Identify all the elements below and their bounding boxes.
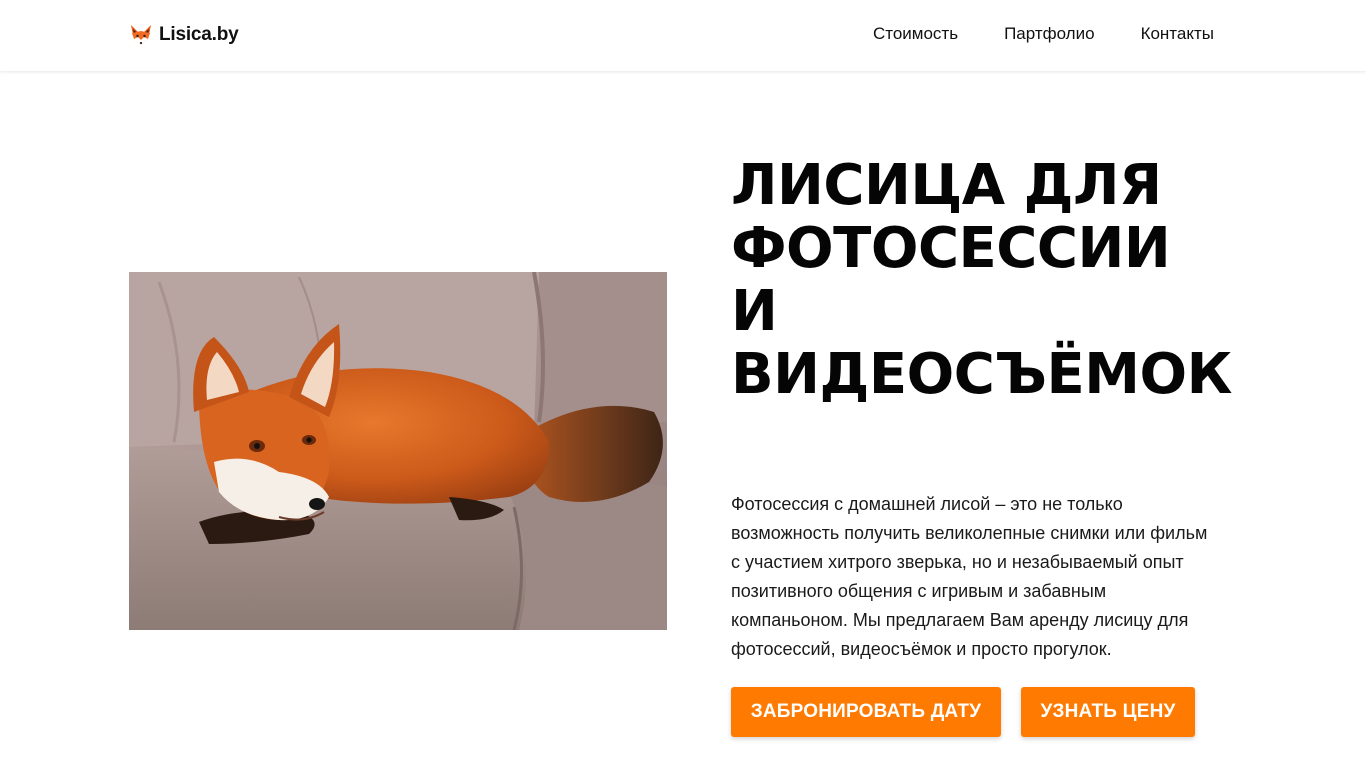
hero-description: Фотосессия с домашней лисой – это не тол…	[731, 494, 1208, 659]
logo-link[interactable]: Lisica.by	[129, 22, 239, 48]
logo-text: Lisica.by	[159, 24, 239, 45]
nav-link-price[interactable]: Стоимость	[873, 24, 958, 44]
get-price-button[interactable]: Узнать цену	[1021, 687, 1195, 737]
site-header: Lisica.by Стоимость Партфолио Контакты	[0, 0, 1366, 71]
hero-title-line-2: фотосессии	[731, 216, 1171, 281]
nav-link-contacts[interactable]: Контакты	[1141, 24, 1214, 44]
hero-title-line-4: видеосъёмок	[731, 342, 1232, 407]
hero-fox-photo	[129, 272, 667, 630]
book-date-button[interactable]: Забронировать дату	[731, 687, 1001, 737]
hero-title-line-3: и	[731, 279, 778, 344]
main-nav: Стоимость Партфолио Контакты	[873, 24, 1214, 44]
fox-icon	[131, 25, 151, 45]
hero-title-line-1: Лисица для	[731, 153, 1162, 218]
nav-link-portfolio[interactable]: Партфолио	[1004, 24, 1094, 44]
hero-title: Лисица для фотосессии и видеосъёмок	[731, 154, 1291, 406]
